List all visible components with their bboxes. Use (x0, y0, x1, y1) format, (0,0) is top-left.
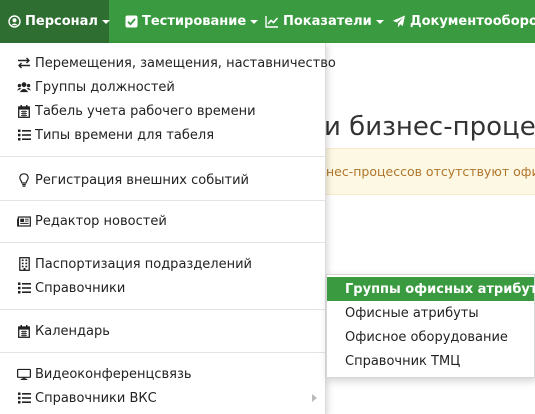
user-circle-icon (8, 15, 21, 28)
divider (0, 309, 325, 310)
divider (0, 156, 325, 157)
submenu-item-label: Офисное оборудование (345, 329, 508, 345)
menu-item-department-passports[interactable]: Паспортизация подразделений (0, 252, 325, 276)
submenu-item-office-attribute-groups[interactable]: Группы офисных атрибутов (327, 277, 535, 301)
submenu-item-office-attributes[interactable]: Офисные атрибуты (327, 301, 534, 325)
menu-item-label: Табель учета рабочего времени (35, 103, 256, 119)
submenu-item-office-equipment[interactable]: Офисное оборудование (327, 325, 534, 349)
page-title: и бизнес-процес (324, 112, 535, 142)
menu-item-label: Редактор новостей (35, 213, 167, 229)
exchange-icon (17, 56, 31, 70)
submenu-item-tmc-directory[interactable]: Справочник ТМЦ (327, 349, 534, 373)
chevron-right-icon (312, 394, 317, 402)
menu-item-calendar[interactable]: Календарь (0, 319, 325, 343)
list-icon (17, 128, 31, 142)
menu-item-label: Видеоконференцсвязь (35, 366, 192, 382)
top-navbar: Персонал Тестирование Показатели Докумен… (0, 0, 535, 43)
menu-item-news-editor[interactable]: Редактор новостей (0, 209, 325, 233)
menu-item-label: Перемещения, замещения, наставничество (35, 55, 336, 71)
alert-text: нес-процессов отсутствуют офисн (326, 164, 535, 179)
menu-item-time-types[interactable]: Типы времени для табеля (0, 123, 325, 147)
nav-personnel-label: Персонал (25, 14, 98, 29)
list-icon (17, 281, 31, 295)
menu-item-label: Регистрация внешних событий (35, 172, 249, 188)
submenu-item-label: Офисные атрибуты (345, 305, 479, 321)
nav-documents-label: Документооборот (410, 14, 535, 29)
menu-item-label: Группы должностей (35, 79, 175, 95)
menu-item-vks-directories[interactable]: Справочники ВКС (0, 386, 325, 410)
personnel-dropdown-menu: Перемещения, замещения, наставничество Г… (0, 43, 336, 414)
newspaper-icon (17, 214, 31, 228)
menu-item-position-groups[interactable]: Группы должностей (0, 75, 325, 99)
monitor-icon (17, 367, 31, 381)
nav-testing[interactable]: Тестирование (109, 0, 259, 43)
nav-testing-label: Тестирование (142, 14, 247, 29)
menu-item-transfers[interactable]: Перемещения, замещения, наставничество (0, 51, 336, 75)
menu-item-videoconference[interactable]: Видеоконференцсвязь (0, 362, 325, 386)
nav-personnel[interactable]: Персонал (0, 0, 110, 43)
check-square-icon (125, 15, 138, 28)
menu-item-directories[interactable]: Справочники (0, 276, 325, 300)
divider (0, 242, 325, 243)
building-icon (17, 257, 31, 271)
calendar-icon (17, 104, 31, 118)
list-icon (17, 391, 31, 405)
submenu-item-label: Группы офисных атрибутов (345, 281, 535, 297)
menu-item-label: Календарь (35, 323, 110, 339)
menu-item-label: Типы времени для табеля (35, 127, 215, 143)
paper-plane-icon (392, 15, 406, 28)
nav-documents[interactable]: Документооборот (381, 0, 535, 43)
menu-item-timesheet[interactable]: Табель учета рабочего времени (0, 99, 325, 123)
calendar-icon (17, 324, 31, 338)
nav-indicators[interactable]: Показатели (252, 0, 384, 43)
divider (0, 200, 325, 201)
menu-item-label: Паспортизация подразделений (35, 256, 253, 272)
menu-item-label: Справочники (35, 280, 126, 296)
users-icon (17, 80, 31, 94)
divider (0, 352, 325, 353)
warning-alert: нес-процессов отсутствуют офисн (324, 148, 535, 195)
directories-submenu: Группы офисных атрибутов Офисные атрибут… (326, 274, 535, 378)
menu-item-external-events[interactable]: Регистрация внешних событий (0, 168, 325, 192)
nav-indicators-label: Показатели (283, 14, 372, 29)
line-chart-icon (265, 15, 279, 28)
menu-item-label: Справочники ВКС (35, 390, 157, 406)
submenu-item-label: Справочник ТМЦ (345, 353, 461, 369)
lightbulb-icon (17, 173, 31, 187)
